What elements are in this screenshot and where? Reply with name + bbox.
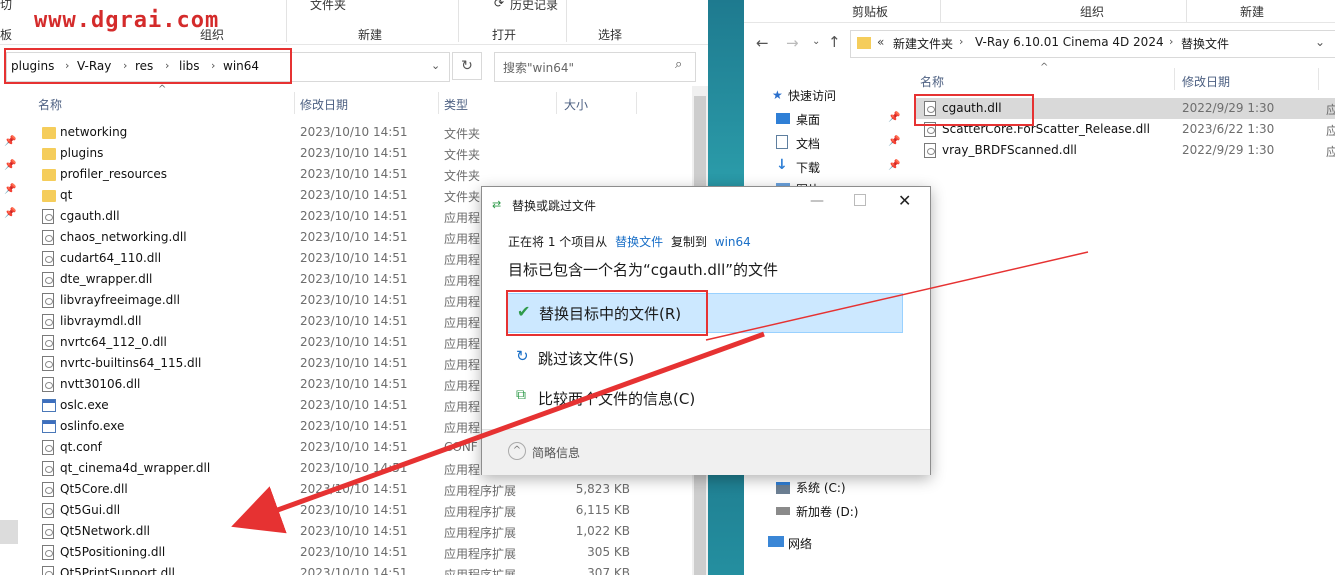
watermark: www.dgrai.com — [34, 8, 220, 33]
annotation-arrows — [231, 251, 1089, 534]
annotation-arrow-main — [231, 331, 765, 534]
annotation-arrow-thin — [705, 251, 1089, 341]
